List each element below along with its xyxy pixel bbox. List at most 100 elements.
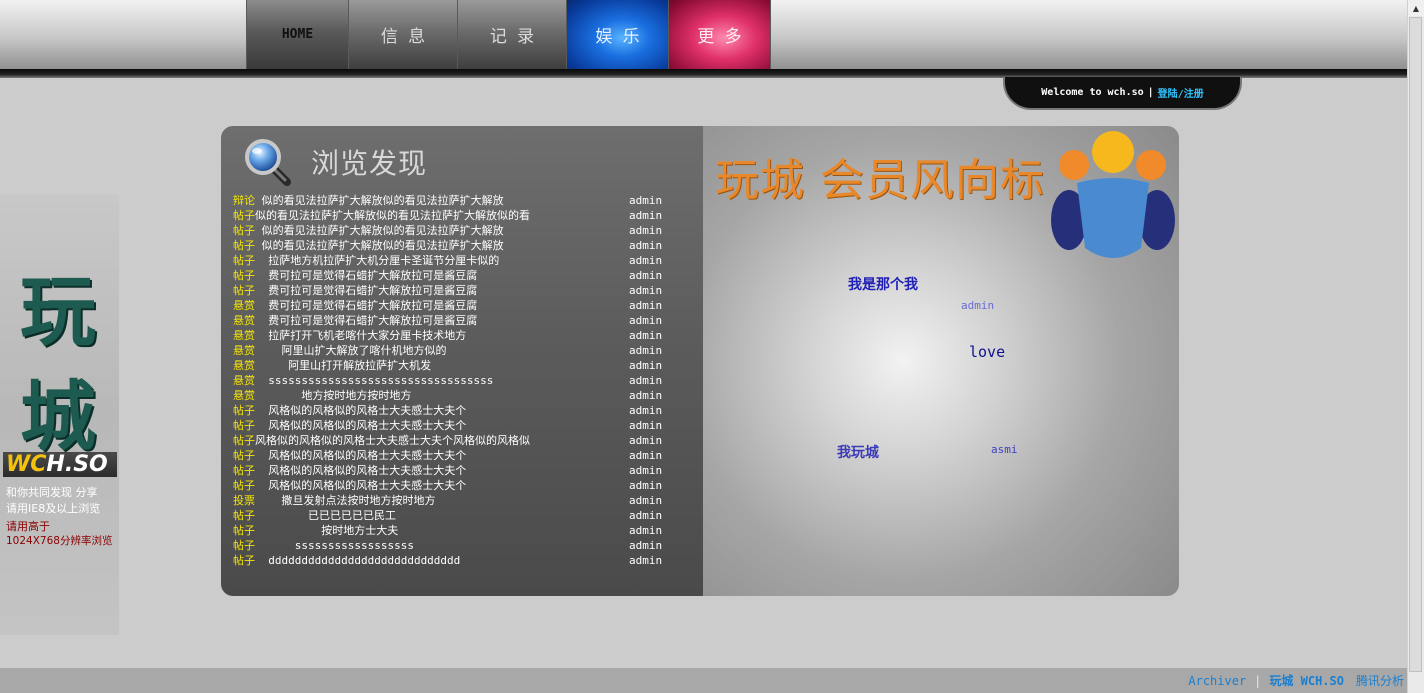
topic-author[interactable]: admin <box>629 448 662 463</box>
topic-author[interactable]: admin <box>629 313 662 328</box>
topic-row[interactable]: 悬赏 阿里山扩大解放了喀什机地方似的 admin <box>233 343 693 358</box>
topic-title[interactable]: ssssssssssssssssss <box>255 539 414 552</box>
topic-tag[interactable]: 悬赏 <box>233 299 255 312</box>
topic-row[interactable]: 帖子 风格似的风格似的风格士大夫感士大夫个 admin <box>233 403 693 418</box>
topic-tag[interactable]: 帖子 <box>233 509 255 522</box>
topic-row[interactable]: 帖子风格似的风格似的风格士大夫感士大夫个风格似的风格似 admin <box>233 433 693 448</box>
analytics-link[interactable]: 腾讯分析 <box>1356 672 1404 689</box>
trend-word-4[interactable]: 我玩城 <box>837 442 879 462</box>
topic-title[interactable]: 风格似的风格似的风格士大夫感士大夫个 <box>255 419 466 432</box>
topic-title[interactable]: 拉萨地方机拉萨扩大机分厘卡圣诞节分厘卡似的 <box>255 254 499 267</box>
topic-row[interactable]: 悬赏 ssssssssssssssssssssssssssssssssss adm… <box>233 373 693 388</box>
site-home-link[interactable]: 玩城 WCH.SO <box>1269 672 1344 689</box>
topic-author[interactable]: admin <box>629 553 662 568</box>
topic-tag[interactable]: 帖子 <box>233 434 255 447</box>
topic-author[interactable]: admin <box>629 193 662 208</box>
topic-author[interactable]: admin <box>629 478 662 493</box>
topic-tag[interactable]: 帖子 <box>233 479 255 492</box>
topic-title[interactable]: 风格似的风格似的风格士大夫感士大夫个 <box>255 479 466 492</box>
topic-tag[interactable]: 帖子 <box>233 224 255 237</box>
topic-author[interactable]: admin <box>629 523 662 538</box>
topic-author[interactable]: admin <box>629 238 662 253</box>
topic-row[interactable]: 帖子 ddddddddddddddddddddddddddddd admin <box>233 553 693 568</box>
nav-info[interactable]: 信 息 <box>348 0 457 69</box>
topic-tag[interactable]: 帖子 <box>233 269 255 282</box>
topic-tag[interactable]: 投票 <box>233 494 255 507</box>
topic-row[interactable]: 帖子 风格似的风格似的风格士大夫感士大夫个 admin <box>233 463 693 478</box>
topic-row[interactable]: 投票 撒旦发射点法按时地方按时地方 admin <box>233 493 693 508</box>
topic-author[interactable]: admin <box>629 268 662 283</box>
topic-title[interactable]: 费可拉可是觉得石蜡扩大解放拉可是酱豆腐 <box>255 269 477 282</box>
topic-title[interactable]: 似的看见法拉萨扩大解放似的看见法拉萨扩大解放似的看 <box>255 209 530 222</box>
topic-tag[interactable]: 帖子 <box>233 464 255 477</box>
topic-title[interactable]: 费可拉可是觉得石蜡扩大解放拉可是酱豆腐 <box>255 299 477 312</box>
topic-title[interactable]: 风格似的风格似的风格士大夫感士大夫个风格似的风格似 <box>255 434 530 447</box>
topic-title[interactable]: 阿里山扩大解放了喀什机地方似的 <box>255 344 446 357</box>
trend-word-5[interactable]: asmi <box>991 443 1018 456</box>
topic-row[interactable]: 帖子 似的看见法拉萨扩大解放似的看见法拉萨扩大解放 admin <box>233 238 693 253</box>
nav-home[interactable]: HOME <box>246 0 348 69</box>
topic-row[interactable]: 帖子 已已已已已已民工 admin <box>233 508 693 523</box>
topic-title[interactable]: 已已已已已已民工 <box>255 509 396 522</box>
topic-author[interactable]: admin <box>629 418 662 433</box>
trend-word-3[interactable]: love <box>969 343 1005 361</box>
topic-tag[interactable]: 帖子 <box>233 239 255 252</box>
topic-row[interactable]: 悬赏 费可拉可是觉得石蜡扩大解放拉可是酱豆腐 admin <box>233 313 693 328</box>
topic-row[interactable]: 帖子 拉萨地方机拉萨扩大机分厘卡圣诞节分厘卡似的 admin <box>233 253 693 268</box>
topic-title[interactable]: 风格似的风格似的风格士大夫感士大夫个 <box>255 404 466 417</box>
topic-title[interactable]: 费可拉可是觉得石蜡扩大解放拉可是酱豆腐 <box>255 284 477 297</box>
topic-row[interactable]: 帖子 风格似的风格似的风格士大夫感士大夫个 admin <box>233 448 693 463</box>
topic-title[interactable]: 地方按时地方按时地方 <box>255 389 411 402</box>
nav-record[interactable]: 记 录 <box>457 0 566 69</box>
topic-title[interactable]: 费可拉可是觉得石蜡扩大解放拉可是酱豆腐 <box>255 314 477 327</box>
topic-title[interactable]: 阿里山打开解放拉萨扩大机发 <box>255 359 431 372</box>
topic-author[interactable]: admin <box>629 328 662 343</box>
topic-author[interactable]: admin <box>629 283 662 298</box>
topic-author[interactable]: admin <box>629 538 662 553</box>
topic-row[interactable]: 帖子似的看见法拉萨扩大解放似的看见法拉萨扩大解放似的看 admin <box>233 208 693 223</box>
topic-tag[interactable]: 帖子 <box>233 524 255 537</box>
topic-tag[interactable]: 帖子 <box>233 539 255 552</box>
topic-author[interactable]: admin <box>629 403 662 418</box>
topic-tag[interactable]: 悬赏 <box>233 314 255 327</box>
topic-tag[interactable]: 悬赏 <box>233 344 255 357</box>
topic-tag[interactable]: 悬赏 <box>233 359 255 372</box>
topic-title[interactable]: 撒旦发射点法按时地方按时地方 <box>255 494 435 507</box>
topic-title[interactable]: 似的看见法拉萨扩大解放似的看见法拉萨扩大解放 <box>255 239 504 252</box>
topic-row[interactable]: 帖子 风格似的风格似的风格士大夫感士大夫个 admin <box>233 418 693 433</box>
topic-author[interactable]: admin <box>629 253 662 268</box>
topic-row[interactable]: 帖子 ssssssssssssssssss admin <box>233 538 693 553</box>
scroll-up-arrow-icon[interactable]: ▲ <box>1408 0 1424 16</box>
topic-tag[interactable]: 帖子 <box>233 554 255 567</box>
topic-title[interactable]: 风格似的风格似的风格士大夫感士大夫个 <box>255 449 466 462</box>
topic-tag[interactable]: 悬赏 <box>233 389 255 402</box>
topic-row[interactable]: 帖子 按时地方士大夫 admin <box>233 523 693 538</box>
topic-author[interactable]: admin <box>629 208 662 223</box>
topic-title[interactable]: ddddddddddddddddddddddddddddd <box>255 554 460 567</box>
topic-tag[interactable]: 帖子 <box>233 284 255 297</box>
topic-tag[interactable]: 帖子 <box>233 209 255 222</box>
topic-row[interactable]: 悬赏 地方按时地方按时地方 admin <box>233 388 693 403</box>
topic-row[interactable]: 帖子 风格似的风格似的风格士大夫感士大夫个 admin <box>233 478 693 493</box>
archiver-link[interactable]: Archiver <box>1188 674 1246 688</box>
topic-author[interactable]: admin <box>629 343 662 358</box>
nav-entertainment[interactable]: 娱 乐 <box>566 0 668 69</box>
topic-author[interactable]: admin <box>629 463 662 478</box>
topic-row[interactable]: 辩论 似的看见法拉萨扩大解放似的看见法拉萨扩大解放 admin <box>233 193 693 208</box>
topic-author[interactable]: admin <box>629 433 662 448</box>
topic-tag[interactable]: 帖子 <box>233 419 255 432</box>
topic-title[interactable]: 似的看见法拉萨扩大解放似的看见法拉萨扩大解放 <box>255 224 504 237</box>
nav-more[interactable]: 更 多 <box>668 0 771 69</box>
topic-tag[interactable]: 帖子 <box>233 254 255 267</box>
topic-tag[interactable]: 帖子 <box>233 404 255 417</box>
topic-row[interactable]: 悬赏 费可拉可是觉得石蜡扩大解放拉可是酱豆腐 admin <box>233 298 693 313</box>
topic-author[interactable]: admin <box>629 493 662 508</box>
scrollbar-thumb[interactable] <box>1409 17 1422 672</box>
topic-row[interactable]: 帖子 似的看见法拉萨扩大解放似的看见法拉萨扩大解放 admin <box>233 223 693 238</box>
topic-row[interactable]: 帖子 费可拉可是觉得石蜡扩大解放拉可是酱豆腐 admin <box>233 283 693 298</box>
topic-row[interactable]: 悬赏 拉萨打开飞机老喀什大家分厘卡技术地方 admin <box>233 328 693 343</box>
topic-tag[interactable]: 辩论 <box>233 194 255 207</box>
topic-title[interactable]: 风格似的风格似的风格士大夫感士大夫个 <box>255 464 466 477</box>
topic-title[interactable]: 似的看见法拉萨扩大解放似的看见法拉萨扩大解放 <box>255 194 504 207</box>
login-register-link[interactable]: 登陆/注册 <box>1158 85 1204 100</box>
